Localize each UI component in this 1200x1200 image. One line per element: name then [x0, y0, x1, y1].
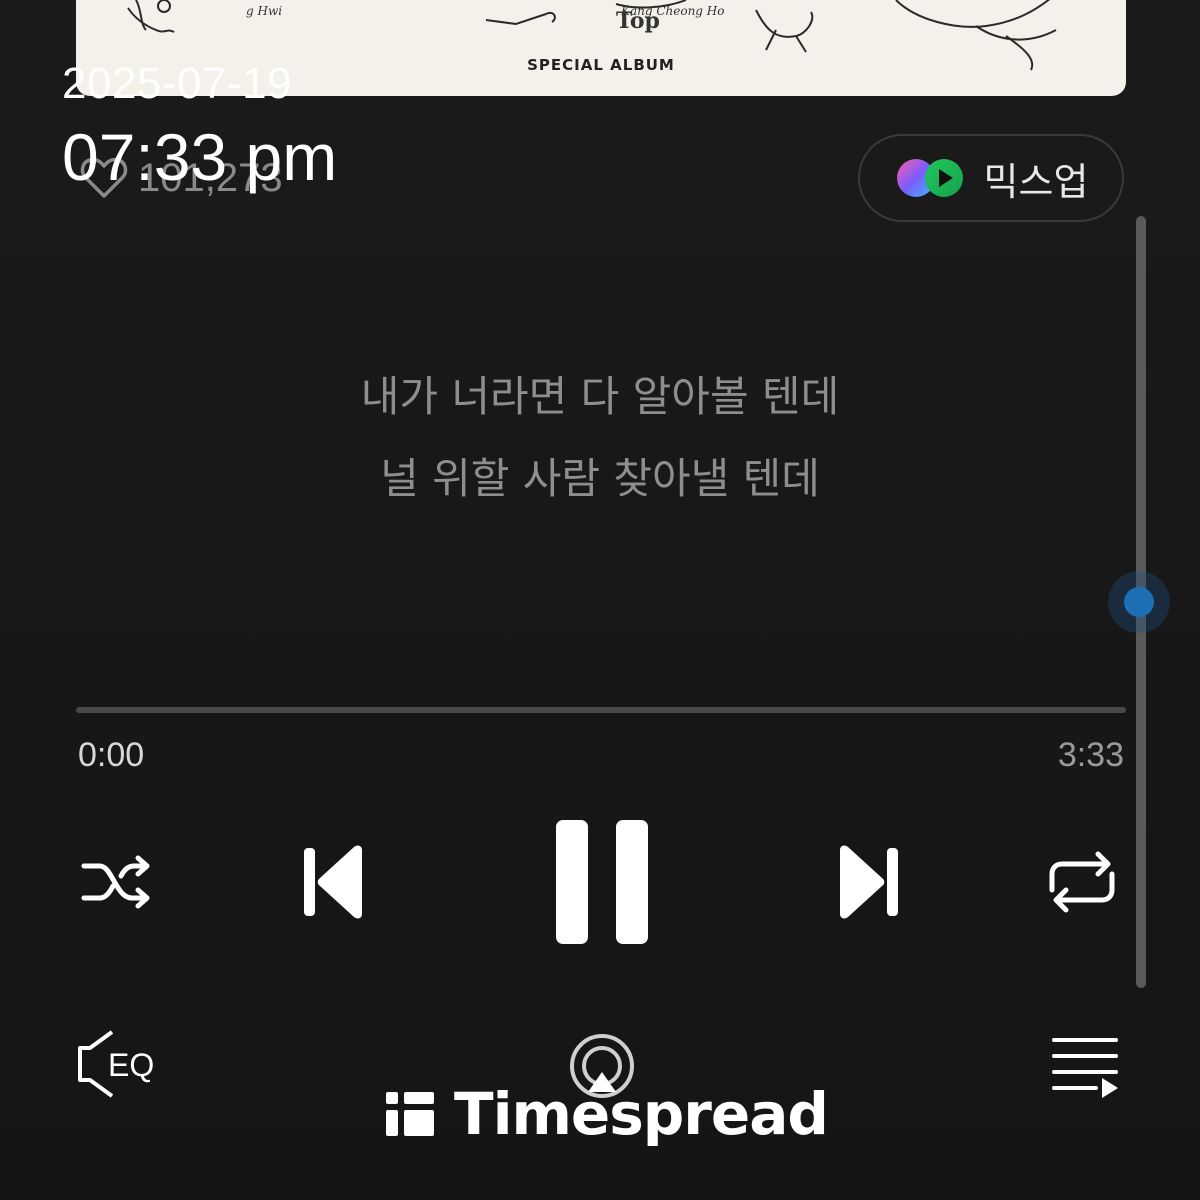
lyrics-panel[interactable]: 내가 너라면 다 알아볼 텐데 널 위할 사람 찾아낼 텐데: [0, 356, 1200, 520]
progress-bar[interactable]: [76, 707, 1126, 713]
playlist-icon: [1052, 1038, 1118, 1098]
shuffle-button[interactable]: [76, 846, 160, 918]
total-time: 3:33: [1057, 736, 1124, 774]
watermark-text: Timespread: [454, 1080, 829, 1148]
repeat-icon: [1049, 851, 1115, 913]
shuffle-icon: [81, 855, 150, 909]
eq-label: EQ: [108, 1047, 154, 1083]
speaker-eq-icon: EQ: [78, 1030, 154, 1098]
overlay-date: 2025-07-19: [62, 59, 293, 108]
pause-button[interactable]: [550, 816, 654, 948]
eq-button[interactable]: EQ: [72, 1026, 168, 1102]
playlist-button[interactable]: [1046, 1030, 1124, 1100]
album-artist-script: Kang Cheong Ho: [621, 4, 725, 18]
watermark: Timespread: [384, 1080, 829, 1148]
previous-button[interactable]: [296, 840, 372, 924]
skip-previous-icon: [304, 845, 362, 919]
music-player-screen: g Hwi Top Kang Cheong Ho SPECIAL ALBUM 1…: [0, 0, 1200, 1200]
skip-next-icon: [840, 845, 898, 919]
repeat-button[interactable]: [1044, 846, 1120, 918]
mixup-logo-icon: [896, 159, 963, 197]
overlay-time: 07:33 pm: [62, 120, 338, 194]
mixup-button[interactable]: 믹스업: [858, 134, 1124, 222]
scrollbar-thumb-dot: [1124, 587, 1154, 617]
mixup-label: 믹스업: [983, 159, 1089, 204]
lyric-line[interactable]: 내가 너라면 다 알아볼 텐데: [0, 356, 1200, 438]
lyric-line[interactable]: 널 위할 사람 찾아낼 텐데: [0, 438, 1200, 520]
elapsed-time: 0:00: [78, 736, 145, 774]
timespread-logo-icon: [386, 1092, 434, 1136]
scrollbar-thumb[interactable]: [1108, 571, 1170, 633]
next-button[interactable]: [830, 840, 906, 924]
pause-icon: [556, 820, 648, 944]
album-script-text: g Hwi: [246, 4, 283, 18]
